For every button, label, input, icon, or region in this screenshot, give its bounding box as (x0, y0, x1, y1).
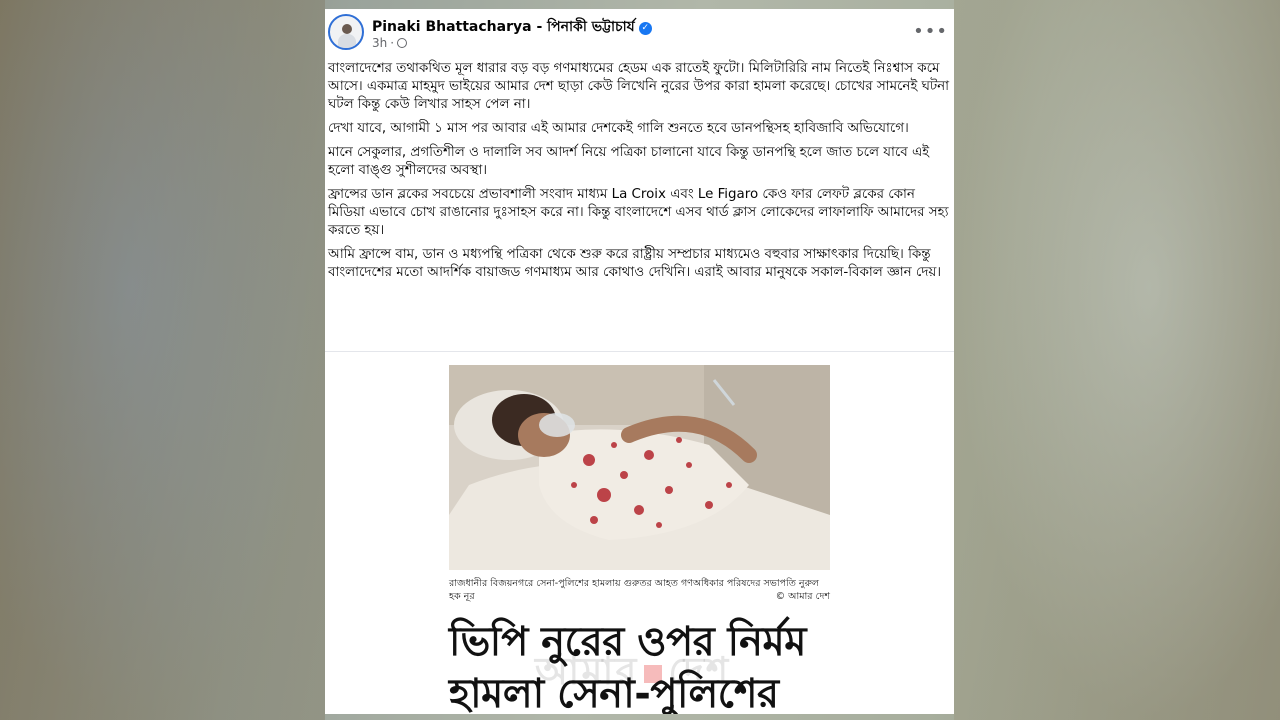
avatar[interactable] (328, 14, 364, 50)
post-paragraph: মানে সেকুলার, প্রগতিশীল ও দালালি সব আদর্… (328, 145, 930, 178)
meta-separator: · (390, 36, 395, 50)
avatar-body (338, 34, 356, 48)
author-name-text[interactable]: Pinaki Bhattacharya - পিনাকী ভট্টাচার্য (372, 19, 635, 35)
photo-credit: © আমার দেশ (775, 591, 830, 602)
post-paragraph: বাংলাদেশের তথাকথিত মূল ধারার বড় বড় গণম… (328, 61, 950, 112)
post-paragraph: ফ্রান্সের ডান ব্লকের সবচেয়ে প্রভাবশালী … (328, 187, 949, 238)
background-left (0, 0, 325, 720)
post-meta: 3h · (372, 36, 408, 50)
news-photo (449, 365, 830, 570)
facebook-post: Pinaki Bhattacharya - পিনাকী ভট্টাচার্য ✓… (325, 9, 954, 714)
headline-line-2: হামলা সেনা-পুলিশের (449, 671, 779, 714)
more-options-icon[interactable]: ••• (913, 21, 948, 42)
author-name[interactable]: Pinaki Bhattacharya - পিনাকী ভট্টাচার্য ✓ (372, 15, 652, 39)
post-text: বাংলাদেশের তথাকথিত মূল ধারার বড় বড় গণম… (328, 60, 950, 288)
background-right (954, 0, 1280, 720)
globe-icon[interactable] (397, 38, 408, 48)
post-header: Pinaki Bhattacharya - পিনাকী ভট্টাচার্য ✓… (325, 9, 954, 59)
newspaper-headline: ভিপি নুরের ওপর নির্মম হামলা সেনা-পুলিশের (449, 616, 919, 714)
attached-image[interactable]: রাজধানীর বিজয়নগরে সেনা-পুলিশের হামলায় … (325, 352, 954, 714)
photo-caption: রাজধানীর বিজয়নগরে সেনা-পুলিশের হামলায় … (449, 577, 830, 603)
post-paragraph: দেখা যাবে, আগামী ১ মাস পর আবার এই আমার দ… (328, 121, 909, 136)
post-paragraph: আমি ফ্রান্সে বাম, ডান ও মধ্যপন্থি পত্রিক… (328, 247, 942, 280)
verified-badge-icon: ✓ (638, 22, 652, 35)
caption-text: রাজধানীর বিজয়নগরে সেনা-পুলিশের হামলায় … (449, 578, 819, 602)
headline-line-1: ভিপি নুরের ওপর নির্মম (449, 619, 806, 665)
post-time[interactable]: 3h (372, 36, 387, 50)
avatar-head (342, 24, 352, 34)
